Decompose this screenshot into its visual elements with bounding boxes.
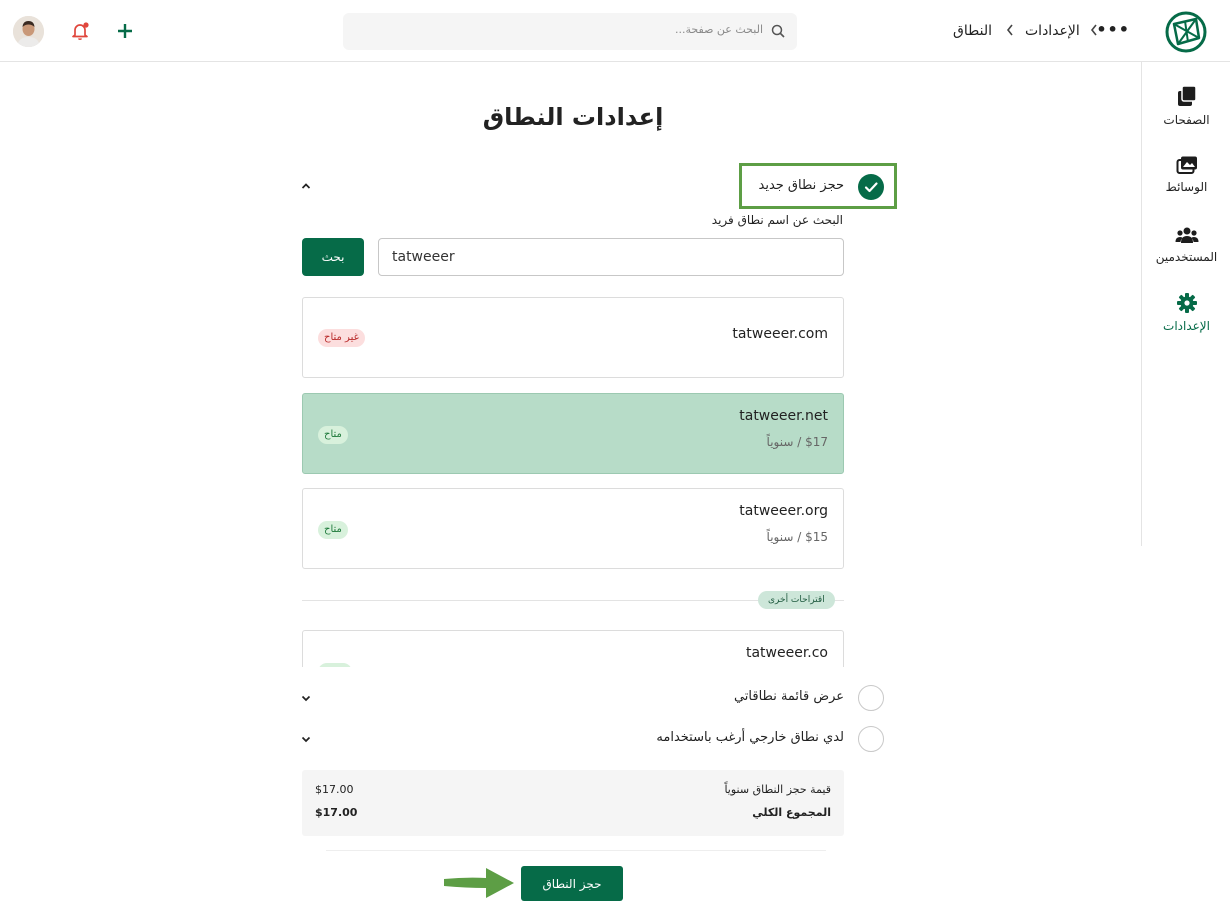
domain-result-card[interactable]: tatweeer.org $15 / سنوياً متاح	[302, 488, 844, 569]
breadcrumb-settings[interactable]: الإعدادات	[1025, 20, 1080, 42]
summary-total-label: المجموع الكلي	[752, 806, 831, 819]
checked-radio-icon	[858, 174, 884, 200]
search-placeholder: البحث عن صفحة...	[675, 23, 763, 36]
notification-bell-icon[interactable]	[70, 21, 90, 41]
domain-name: tatweeer.co	[745, 645, 828, 661]
sidebar-item-label: الوسائط	[1165, 180, 1208, 194]
users-icon	[1175, 227, 1198, 243]
sidebar-item-label: الإعدادات	[1163, 319, 1210, 333]
status-badge-available	[318, 663, 352, 667]
domain-search-hint: البحث عن اسم نطاق فريد	[711, 213, 843, 227]
sidebar-item-label: المستخدمين	[1155, 250, 1218, 264]
pointer-arrow-icon	[444, 868, 514, 898]
settings-gear-icon	[1176, 293, 1197, 313]
sidebar-item-label: الصفحات	[1163, 113, 1210, 127]
option-external-domain[interactable]: لدي نطاق خارجي أرغب باستخدامه	[300, 725, 886, 753]
domain-result-card[interactable]: tatweeer.co	[302, 630, 844, 667]
add-icon[interactable]	[115, 20, 135, 42]
chevron-down-icon[interactable]	[300, 733, 312, 745]
domain-search-input[interactable]	[378, 238, 844, 276]
chevron-up-icon[interactable]	[300, 180, 312, 192]
sidebar-item-users[interactable]: المستخدمين	[1142, 225, 1230, 285]
breadcrumb-domain[interactable]: النطاق	[953, 20, 992, 42]
option-new-domain-label: حجز نطاق جديد	[758, 178, 845, 193]
domain-name: tatweeer.com	[732, 326, 828, 342]
domain-price: $17 / سنوياً	[766, 435, 828, 449]
page-title: إعدادات النطاق	[482, 103, 664, 131]
domain-name: tatweeer.org	[739, 503, 828, 519]
suggestions-label: اقتراحات أخرى	[758, 591, 835, 609]
book-domain-button[interactable]: حجز النطاق	[521, 866, 623, 901]
option-external-domain-label: لدي نطاق خارجي أرغب باستخدامه	[656, 730, 844, 745]
page-search-input[interactable]: البحث عن صفحة...	[343, 13, 797, 50]
domain-result-card[interactable]: tatweeer.com غير متاح	[302, 297, 844, 378]
app-logo[interactable]	[1164, 10, 1208, 54]
pages-icon	[1177, 85, 1197, 106]
summary-separator	[326, 850, 826, 851]
domain-result-card-selected[interactable]: tatweeer.net $17 / سنوياً متاح	[302, 393, 844, 474]
sidebar: الصفحات الوسائط المستخدمين الإعدادات	[1141, 62, 1230, 546]
radio-unchecked-icon[interactable]	[858, 685, 884, 711]
radio-unchecked-icon[interactable]	[858, 726, 884, 752]
domain-name: tatweeer.net	[739, 408, 828, 424]
user-avatar[interactable]	[13, 16, 44, 47]
media-icon	[1176, 156, 1197, 174]
option-my-domains[interactable]: عرض قائمة نطاقاتي	[300, 684, 886, 712]
summary-price-row: قيمة حجز النطاق سنوياً $17.00	[315, 783, 831, 799]
summary-total-value: $17.00	[315, 806, 358, 819]
breadcrumb-chevron-icon	[1006, 24, 1013, 36]
status-badge-available: متاح	[318, 426, 348, 444]
summary-total-row: المجموع الكلي $17.00	[315, 806, 831, 822]
option-new-domain[interactable]: حجز نطاق جديد	[739, 163, 897, 209]
domain-price: $15 / سنوياً	[766, 530, 828, 544]
search-icon	[771, 24, 785, 38]
domain-results-list: tatweeer.com غير متاح tatweeer.net $17 /…	[302, 297, 844, 667]
summary-price-value: $17.00	[315, 783, 354, 796]
top-bar: ••• الإعدادات النطاق البحث عن صفحة...	[0, 0, 1230, 62]
domain-search-button[interactable]: بحث	[302, 238, 364, 276]
status-badge-unavailable: غير متاح	[318, 329, 365, 347]
more-icon[interactable]: •••	[1096, 22, 1130, 38]
status-badge-available: متاح	[318, 521, 348, 539]
sidebar-item-settings[interactable]: الإعدادات	[1142, 292, 1230, 352]
summary-price-label: قيمة حجز النطاق سنوياً	[724, 783, 831, 796]
chevron-down-icon[interactable]	[300, 692, 312, 704]
sidebar-item-media[interactable]: الوسائط	[1142, 155, 1230, 215]
order-summary: قيمة حجز النطاق سنوياً $17.00 المجموع ال…	[302, 770, 844, 836]
sidebar-item-pages[interactable]: الصفحات	[1142, 84, 1230, 144]
breadcrumb-chevron-icon	[1090, 24, 1097, 36]
option-my-domains-label: عرض قائمة نطاقاتي	[733, 689, 844, 704]
